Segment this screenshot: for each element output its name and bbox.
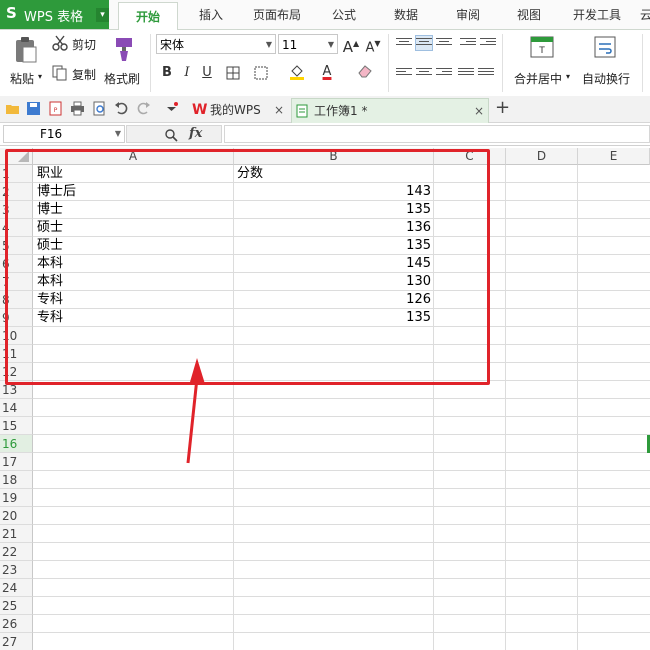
- annotation-arrow-icon: [186, 358, 205, 464]
